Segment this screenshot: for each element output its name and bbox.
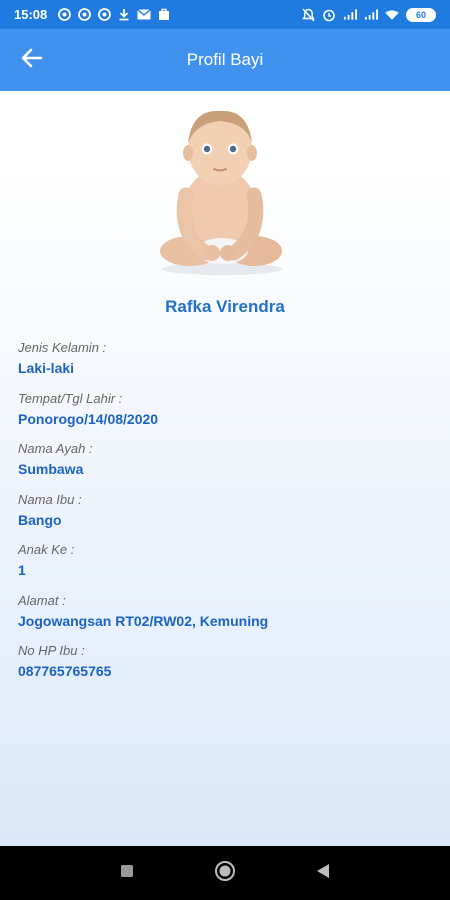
status-right: 60 — [301, 7, 436, 22]
status-bar: 15:08 60 — [0, 0, 450, 29]
app-bar: Profil Bayi — [0, 29, 450, 91]
mail-icon — [137, 8, 152, 22]
field-label: Alamat : — [18, 592, 66, 608]
field-father-name: Nama Ayah : Sumbawa — [18, 440, 438, 491]
field-birth-place-date: Tempat/Tgl Lahir : Ponorogo/14/08/2020 — [18, 390, 438, 441]
field-label: Jenis Kelamin : — [18, 340, 107, 355]
download-icon — [117, 8, 131, 22]
field-address: Alamat : Jogowangsan RT02/RW02, Kemuning — [18, 592, 438, 643]
field-value: Ponorogo/14/08/2020 — [18, 410, 159, 427]
field-label: Anak Ke : — [18, 542, 75, 557]
notification-icon — [57, 8, 71, 22]
mute-bell-icon — [301, 8, 315, 22]
field-gender: Jenis Kelamin : Laki-laki — [18, 339, 438, 390]
field-value: Laki-laki — [18, 360, 75, 376]
notification-icon — [97, 8, 111, 22]
field-mother-name: Nama Ibu : Bango — [18, 491, 438, 542]
wifi-icon — [385, 8, 399, 22]
battery-indicator: 60 — [406, 7, 436, 22]
field-child-order: Anak Ke : 1 — [18, 541, 438, 592]
alarm-icon — [322, 8, 336, 22]
circle-icon — [214, 860, 236, 887]
notification-icon — [77, 8, 91, 22]
recents-button[interactable] — [114, 860, 140, 886]
field-value: Sumbawa — [18, 461, 84, 477]
signal-icon — [343, 8, 357, 22]
baby-photo — [150, 103, 290, 275]
field-mother-phone: No HP Ibu : 087765765765 — [18, 642, 438, 693]
arrow-left-icon — [21, 48, 43, 73]
profile-content: Rafka Virendra Jenis Kelamin : Laki-laki… — [0, 91, 450, 846]
field-value: Bango — [18, 511, 62, 528]
status-time: 15:08 — [14, 7, 48, 22]
field-label: Tempat/Tgl Lahir : — [18, 390, 123, 406]
bag-icon — [157, 8, 171, 22]
baby-name: Rafka Virendra — [165, 297, 285, 316]
back-button[interactable] — [14, 42, 50, 78]
square-icon — [120, 864, 134, 883]
status-left: 15:08 — [14, 7, 171, 22]
triangle-left-icon — [316, 863, 330, 884]
page-title: Profil Bayi — [186, 50, 264, 69]
field-label: Nama Ayah : — [18, 441, 93, 456]
home-button[interactable] — [212, 860, 238, 886]
field-label: Nama Ibu : — [18, 491, 82, 507]
field-value: Jogowangsan RT02/RW02, Kemuning — [18, 612, 269, 629]
field-label: No HP Ibu : — [18, 643, 85, 658]
field-value: 087765765765 — [18, 663, 112, 679]
back-nav-button[interactable] — [310, 860, 336, 886]
profile-fields: Jenis Kelamin : Laki-laki Tempat/Tgl Lah… — [18, 339, 438, 693]
field-value: 1 — [18, 562, 26, 578]
signal-icon — [364, 8, 378, 22]
system-nav-bar — [0, 846, 450, 900]
